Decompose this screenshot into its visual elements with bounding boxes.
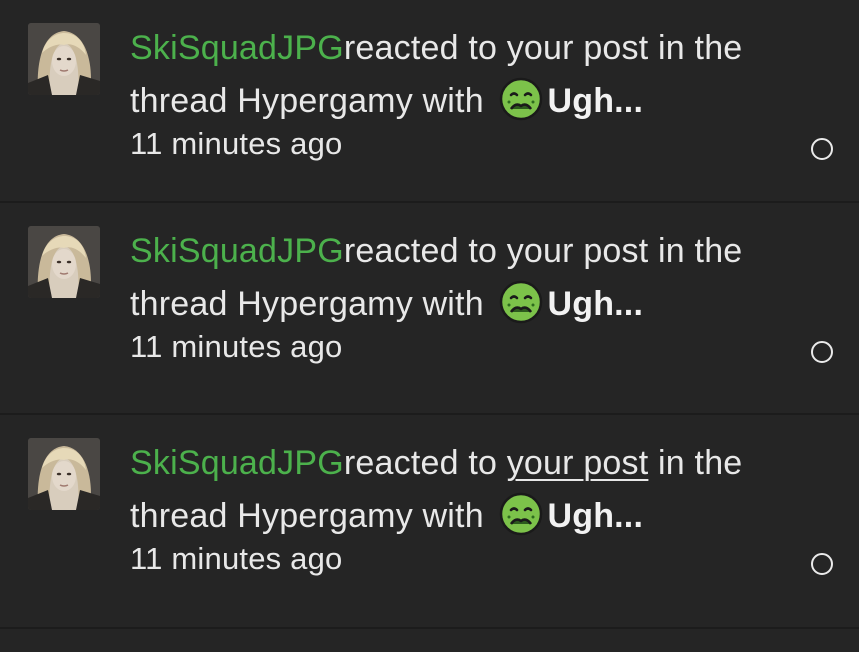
thread-link[interactable]: Hypergamy bbox=[237, 497, 413, 535]
nauseated-face-icon bbox=[499, 492, 543, 536]
avatar[interactable] bbox=[28, 23, 100, 95]
with-text: with bbox=[412, 82, 494, 120]
reaction-label: Ugh... bbox=[547, 497, 644, 535]
mark-read-toggle[interactable] bbox=[811, 138, 833, 160]
mark-read-toggle[interactable] bbox=[811, 341, 833, 363]
username-link[interactable]: SkiSquadJPG bbox=[130, 29, 344, 67]
notification-text: SkiSquadJPGreacted to your post in the t… bbox=[130, 22, 810, 164]
post-link[interactable]: your post bbox=[507, 29, 649, 67]
mark-read-toggle[interactable] bbox=[811, 553, 833, 575]
avatar[interactable] bbox=[28, 226, 100, 298]
post-link[interactable]: your post bbox=[507, 232, 649, 270]
notification-item[interactable]: SkiSquadJPGreacted to your post in the t… bbox=[0, 0, 859, 203]
nauseated-face-icon bbox=[499, 280, 543, 324]
post-link[interactable]: your post bbox=[507, 444, 649, 482]
with-text: with bbox=[412, 497, 494, 535]
notification-list: SkiSquadJPGreacted to your post in the t… bbox=[0, 0, 859, 652]
action-text: reacted to bbox=[343, 232, 507, 270]
action-text: reacted to bbox=[343, 29, 507, 67]
reaction-label: Ugh... bbox=[547, 285, 644, 323]
timestamp[interactable]: 11 minutes ago bbox=[130, 539, 810, 579]
notification-text: SkiSquadJPGreacted to your post in the t… bbox=[130, 437, 810, 579]
timestamp[interactable]: 11 minutes ago bbox=[130, 124, 810, 164]
nauseated-face-icon bbox=[499, 77, 543, 121]
action-text: reacted to bbox=[343, 444, 507, 482]
with-text: with bbox=[412, 285, 494, 323]
username-link[interactable]: SkiSquadJPG bbox=[130, 232, 344, 270]
notification-item[interactable]: SkiSquadJPGreacted to your post in the t… bbox=[0, 415, 859, 629]
notification-text: SkiSquadJPGreacted to your post in the t… bbox=[130, 225, 810, 367]
thread-link[interactable]: Hypergamy bbox=[237, 285, 413, 323]
thread-link[interactable]: Hypergamy bbox=[237, 82, 413, 120]
reaction-label: Ugh... bbox=[547, 82, 644, 120]
avatar[interactable] bbox=[28, 438, 100, 510]
notification-item[interactable]: SkiSquadJPGreacted to your post in the t… bbox=[0, 203, 859, 415]
timestamp[interactable]: 11 minutes ago bbox=[130, 327, 810, 367]
username-link[interactable]: SkiSquadJPG bbox=[130, 444, 344, 482]
